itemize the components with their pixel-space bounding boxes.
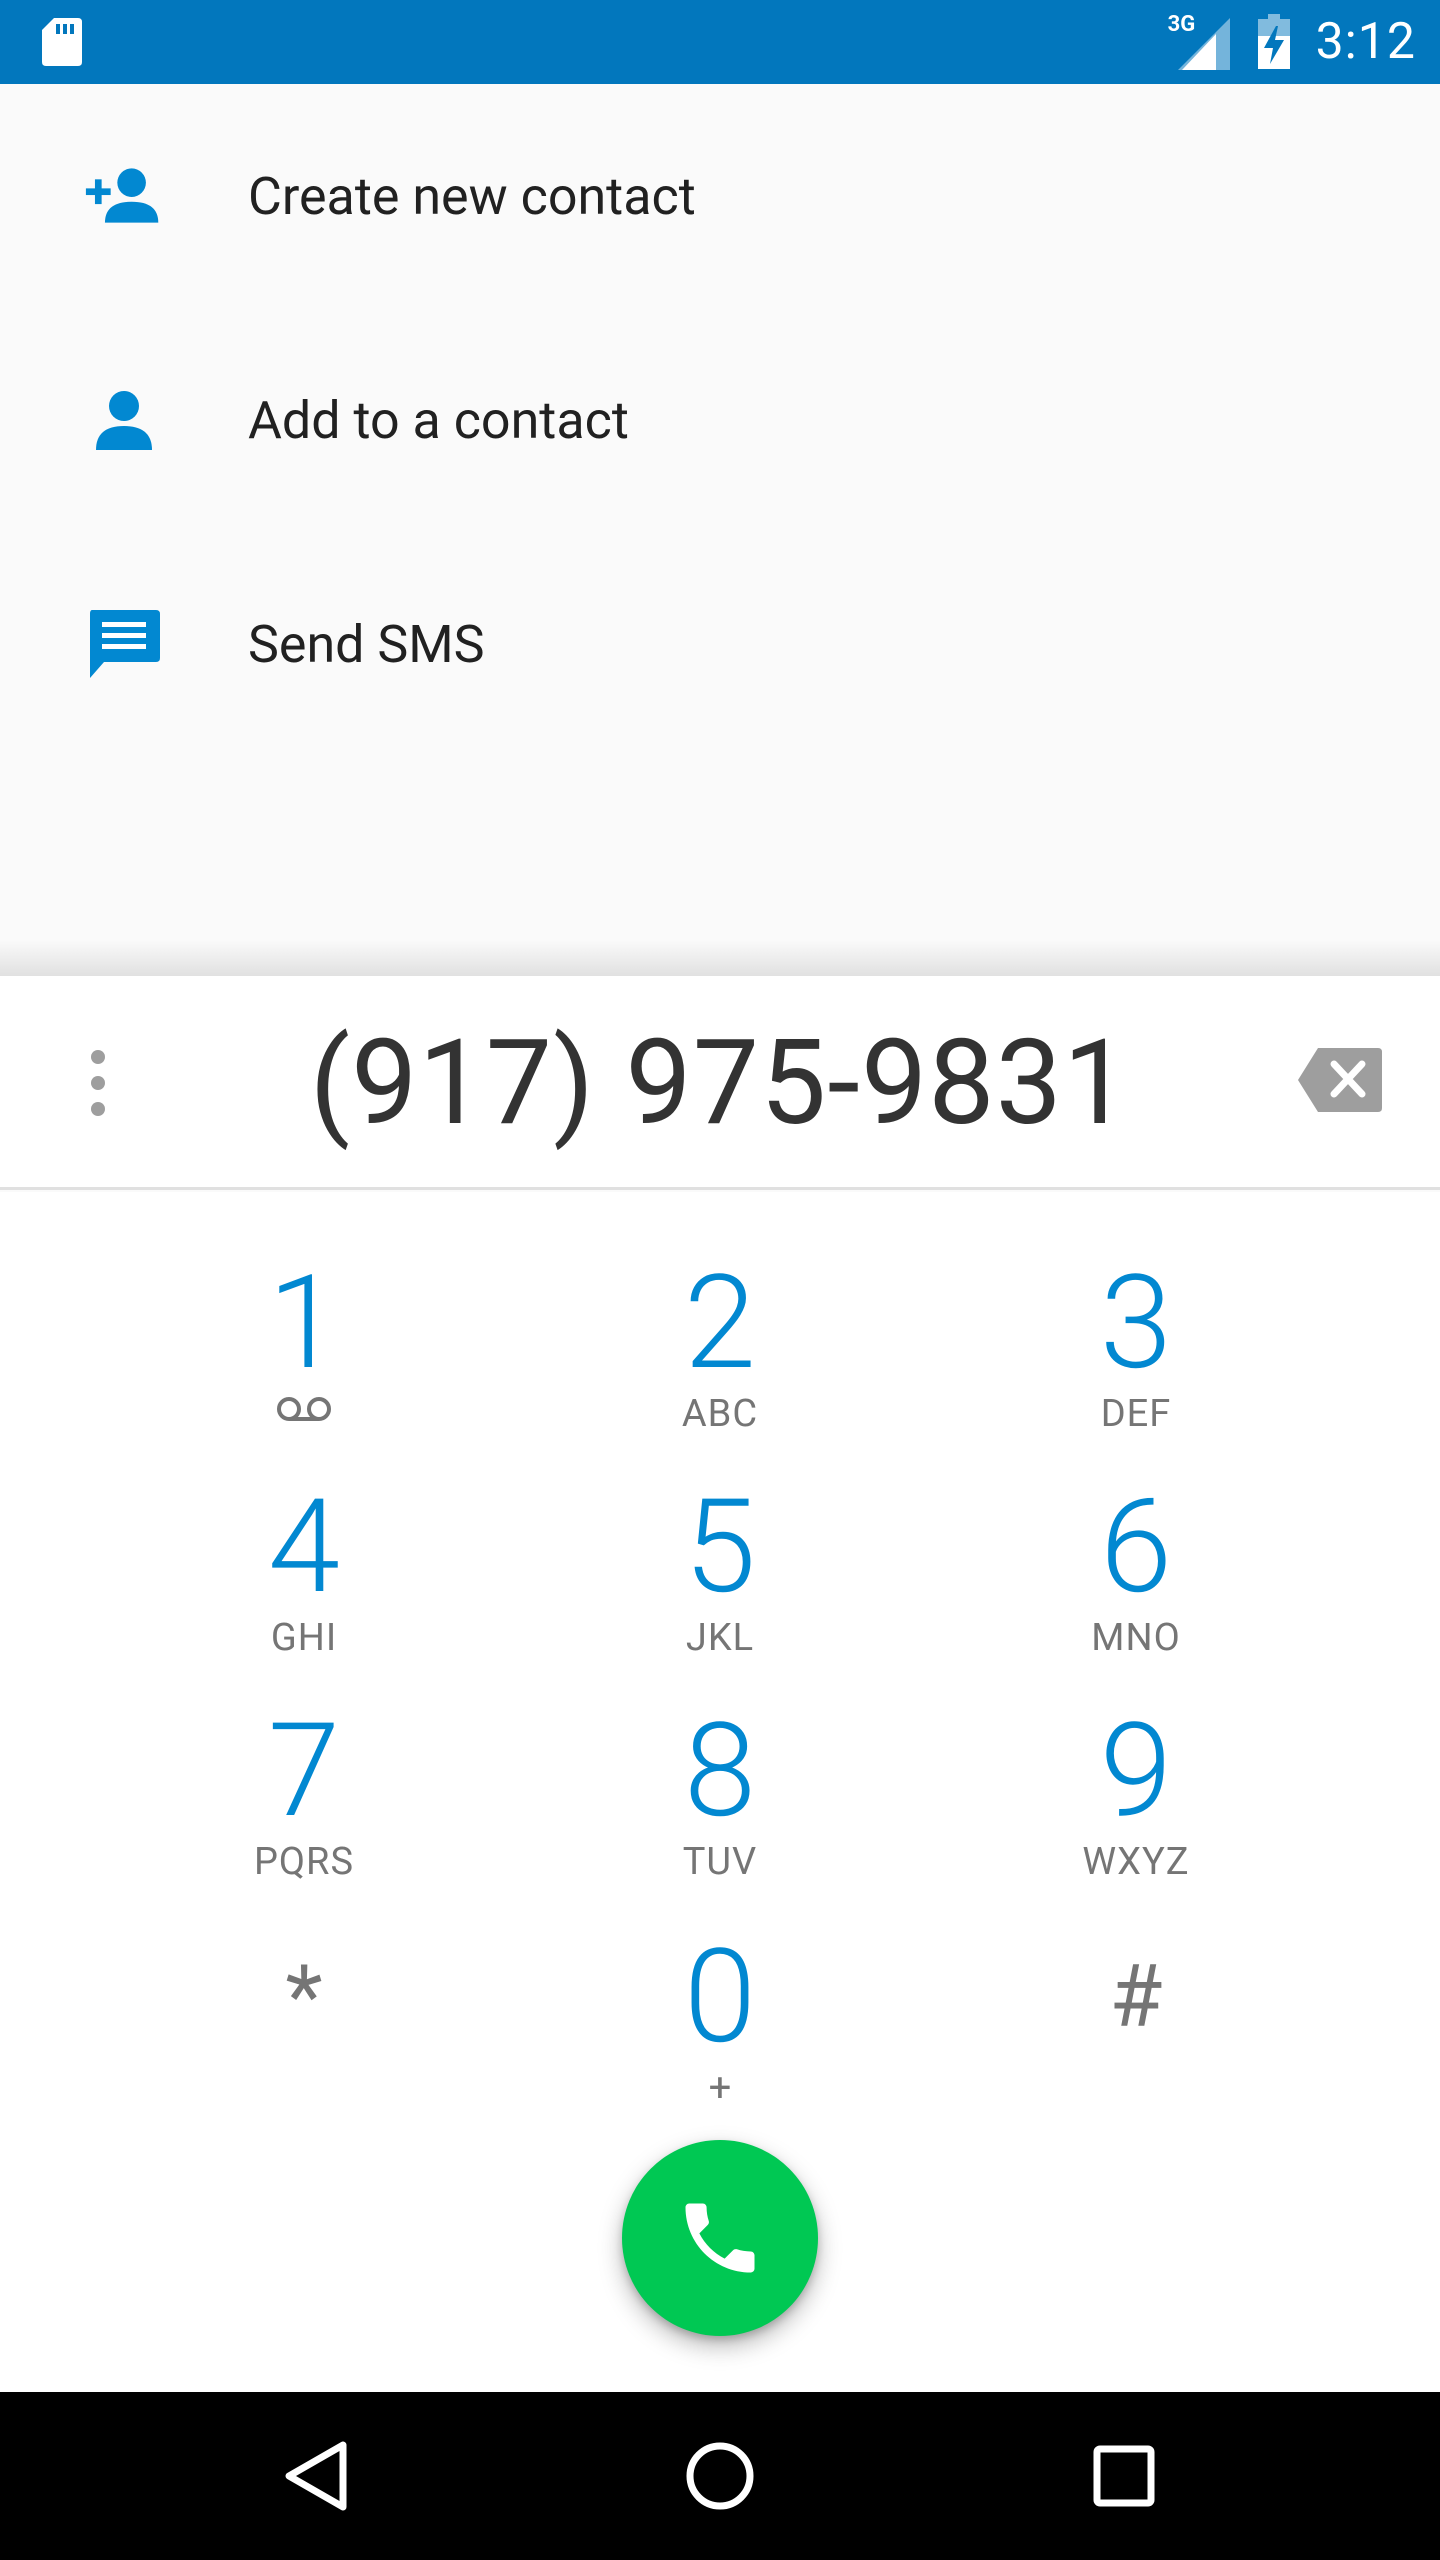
send-sms-button[interactable]: Send SMS <box>0 532 1440 756</box>
dial-key-2[interactable]: 2 ABC <box>570 1258 870 1458</box>
navigation-bar <box>0 2392 1440 2560</box>
overflow-menu-button[interactable] <box>70 1028 126 1138</box>
key-digit: 7 <box>267 1694 341 1847</box>
create-new-contact-button[interactable]: Create new contact <box>0 84 1440 308</box>
home-button[interactable] <box>670 2426 770 2526</box>
overflow-dot <box>91 1102 105 1116</box>
person-icon <box>84 380 164 460</box>
key-letters: DEF <box>1100 1392 1172 1436</box>
back-button[interactable] <box>266 2426 366 2526</box>
key-letters: JKL <box>685 1616 755 1660</box>
dial-key-8[interactable]: 8 TUV <box>570 1706 870 1906</box>
dialpad-shadow <box>0 940 1440 976</box>
key-letters: TUV <box>682 1840 758 1884</box>
phone-icon <box>685 2203 755 2273</box>
back-triangle-icon <box>285 2441 347 2511</box>
key-digit: 9 <box>1099 1694 1173 1847</box>
recents-button[interactable] <box>1074 2426 1174 2526</box>
key-letters: + <box>708 2064 732 2111</box>
message-icon <box>84 604 164 684</box>
dialed-number-field[interactable]: (917) 975-9831 <box>180 976 1260 1190</box>
battery-charging-icon <box>1257 14 1290 69</box>
key-letters: ABC <box>681 1392 759 1436</box>
add-to-contact-button[interactable]: Add to a contact <box>0 308 1440 532</box>
dial-key-0[interactable]: 0 + <box>570 1932 870 2132</box>
key-digit: 1 <box>267 1246 341 1399</box>
dial-key-4[interactable]: 4 GHI <box>154 1482 454 1682</box>
sd-card-icon <box>42 18 82 66</box>
key-digit: 3 <box>1099 1246 1173 1399</box>
add-to-contact-label: Add to a contact <box>248 389 629 451</box>
key-symbol: # <box>1109 1946 1163 2047</box>
dial-key-star[interactable]: * <box>154 1932 454 2132</box>
add-person-icon <box>84 156 164 236</box>
key-digit: 2 <box>683 1246 757 1399</box>
backspace-button[interactable] <box>1296 1046 1384 1114</box>
dial-key-5[interactable]: 5 JKL <box>570 1482 870 1682</box>
recents-square-icon <box>1093 2445 1155 2507</box>
status-clock: 3:12 <box>1315 13 1416 71</box>
home-circle-icon <box>686 2442 754 2510</box>
dial-key-7[interactable]: 7 PQRS <box>154 1706 454 1906</box>
key-letters: GHI <box>270 1616 338 1660</box>
key-digit: 6 <box>1099 1470 1173 1623</box>
key-letters: PQRS <box>253 1840 355 1884</box>
dial-key-9[interactable]: 9 WXYZ <box>986 1706 1286 1906</box>
dial-key-6[interactable]: 6 MNO <box>986 1482 1286 1682</box>
voicemail-icon <box>277 1397 331 1421</box>
call-button[interactable] <box>622 2140 818 2336</box>
dial-key-3[interactable]: 3 DEF <box>986 1258 1286 1458</box>
digits-display: (917) 975-9831 <box>0 976 1440 1190</box>
create-new-contact-label: Create new contact <box>248 165 696 227</box>
dial-key-hash[interactable]: # <box>986 1932 1286 2132</box>
overflow-dot <box>91 1076 105 1090</box>
key-letters: MNO <box>1091 1616 1181 1660</box>
key-letters: WXYZ <box>1082 1840 1190 1884</box>
send-sms-label: Send SMS <box>248 613 485 675</box>
dial-key-1[interactable]: 1 <box>154 1258 454 1458</box>
key-digit: 5 <box>683 1470 757 1623</box>
signal-icon: 3G <box>1168 12 1234 72</box>
status-bar: 3G 3:12 <box>0 0 1440 84</box>
contact-actions-list: Create new contact Add to a contact Send… <box>0 84 1440 976</box>
key-digit: 8 <box>683 1694 757 1847</box>
key-symbol: * <box>285 1946 323 2047</box>
key-digit: 0 <box>683 1920 757 2073</box>
overflow-dot <box>91 1050 105 1064</box>
key-digit: 4 <box>267 1470 341 1623</box>
